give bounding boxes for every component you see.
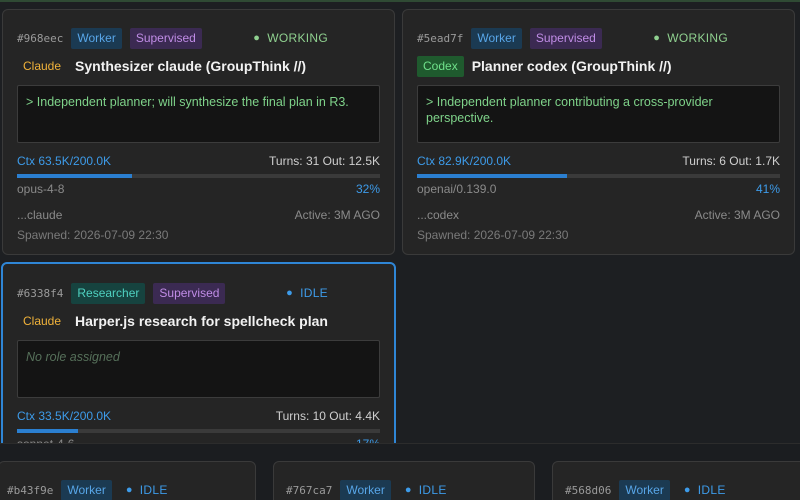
context-progress-bar: [417, 174, 780, 178]
metrics-row: Ctx 82.9K/200.0K Turns: 6 Out: 1.7K: [417, 154, 780, 168]
status-dot-icon: ●: [253, 32, 261, 44]
status-dot-icon: ●: [653, 32, 661, 44]
agent-card[interactable]: #5ead7f Worker Supervised ● WORKING Codex…: [402, 9, 795, 255]
mode-badge: Supervised: [153, 282, 226, 304]
agent-card-collapsed[interactable]: #568d06 Worker ● IDLE: [552, 461, 800, 500]
active-time: Active: 3M AGO: [294, 208, 380, 222]
working-path: ...codex: [417, 208, 460, 222]
status-dot-icon: ●: [286, 287, 294, 299]
agent-id: #968eec: [17, 31, 64, 45]
role-badge: Worker: [61, 479, 112, 500]
agent-id: #b43f9e: [7, 483, 54, 497]
active-time: Active: 3M AGO: [694, 208, 780, 222]
model-name: opus-4-8: [17, 182, 65, 196]
card-header: #5ead7f Worker Supervised ● WORKING: [417, 27, 780, 49]
agent-title: Synthesizer claude (GroupThink //): [75, 58, 307, 74]
card-header: #767ca7 Worker ● IDLE: [286, 479, 526, 500]
context-usage: Ctx 82.9K/200.0K: [417, 154, 512, 168]
model-name: openai/0.139.0: [417, 182, 497, 196]
top-accent-line: [0, 0, 800, 2]
agent-id: #767ca7: [286, 483, 333, 497]
status-indicator: ● WORKING: [253, 31, 328, 45]
status-label: IDLE: [418, 483, 447, 497]
status-label: WORKING: [667, 31, 728, 45]
provider-badge: Claude: [23, 58, 62, 73]
context-progress-bar: [17, 429, 380, 433]
role-badge: Worker: [340, 479, 391, 500]
card-title-row: Codex Planner codex (GroupThink //): [417, 55, 780, 77]
status-indicator: ● IDLE: [684, 483, 726, 497]
agent-id: #5ead7f: [417, 31, 464, 45]
role-badge: Researcher: [71, 282, 146, 304]
metrics-row: Ctx 63.5K/200.0K Turns: 31 Out: 12.5K: [17, 154, 380, 168]
spawned-time: Spawned: 2026-07-09 22:30: [17, 228, 169, 242]
status-dot-icon: ●: [404, 484, 412, 496]
role-badge: Worker: [619, 479, 670, 500]
context-percent: 41%: [755, 182, 780, 196]
status-dot-icon: ●: [683, 484, 691, 496]
status-label: IDLE: [300, 286, 328, 300]
working-path: ...claude: [17, 208, 63, 222]
turns-output: Turns: 10 Out: 4.4K: [275, 409, 380, 423]
status-indicator: ● IDLE: [405, 483, 447, 497]
path-row: ...codex Active: 3M AGO: [417, 208, 780, 222]
context-usage: Ctx 33.5K/200.0K: [17, 409, 112, 423]
status-indicator: ● IDLE: [286, 286, 328, 300]
mode-badge: Supervised: [529, 27, 602, 49]
agent-card-selected[interactable]: #6338f4 Researcher Supervised ● IDLE Clau…: [1, 262, 396, 462]
card-title-row: Claude Harper.js research for spellcheck…: [17, 310, 380, 332]
status-label: IDLE: [697, 483, 726, 497]
card-header: #6338f4 Researcher Supervised ● IDLE: [17, 282, 380, 304]
mode-badge: Supervised: [129, 27, 202, 49]
context-percent: 32%: [355, 182, 380, 196]
card-header: #968eec Worker Supervised ● WORKING: [17, 27, 380, 49]
spawned-time: Spawned: 2026-07-09 22:30: [417, 228, 569, 242]
agent-title: Planner codex (GroupThink //): [471, 58, 672, 74]
path-row: ...claude Active: 3M AGO: [17, 208, 380, 222]
provider-badge: Codex: [417, 55, 464, 77]
context-progress-fill: [17, 174, 133, 178]
model-row: openai/0.139.0 41%: [417, 182, 780, 196]
status-label: WORKING: [267, 31, 328, 45]
context-usage: Ctx 63.5K/200.0K: [17, 154, 112, 168]
agent-card-collapsed[interactable]: #767ca7 Worker ● IDLE: [273, 461, 535, 500]
status-indicator: ● WORKING: [653, 31, 728, 45]
context-progress-bar: [17, 174, 380, 178]
status-indicator: ● IDLE: [126, 483, 168, 497]
model-row: opus-4-8 32%: [17, 182, 380, 196]
context-progress-fill: [17, 429, 78, 433]
role-description: > Independent planner; will synthesize t…: [17, 85, 380, 143]
status-dot-icon: ●: [125, 484, 133, 496]
provider-badge: Claude: [23, 313, 62, 328]
agent-id: #6338f4: [17, 286, 64, 300]
card-title-row: Claude Synthesizer claude (GroupThink //…: [17, 55, 380, 77]
agent-card-collapsed[interactable]: #b43f9e Worker ● IDLE: [0, 461, 256, 500]
turns-output: Turns: 6 Out: 1.7K: [682, 154, 780, 168]
role-description: No role assigned: [17, 340, 380, 398]
status-label: IDLE: [139, 483, 168, 497]
turns-output: Turns: 31 Out: 12.5K: [269, 154, 380, 168]
role-badge: Worker: [71, 27, 122, 49]
role-description: > Independent planner contributing a cro…: [417, 85, 780, 143]
agent-title: Harper.js research for spellcheck plan: [75, 313, 328, 329]
card-header: #b43f9e Worker ● IDLE: [7, 479, 247, 500]
card-header: #568d06 Worker ● IDLE: [565, 479, 800, 500]
role-badge: Worker: [471, 27, 522, 49]
metrics-row: Ctx 33.5K/200.0K Turns: 10 Out: 4.4K: [17, 409, 380, 423]
agent-id: #568d06: [565, 483, 612, 497]
agent-card[interactable]: #968eec Worker Supervised ● WORKING Claud…: [2, 9, 395, 255]
context-progress-fill: [417, 174, 568, 178]
